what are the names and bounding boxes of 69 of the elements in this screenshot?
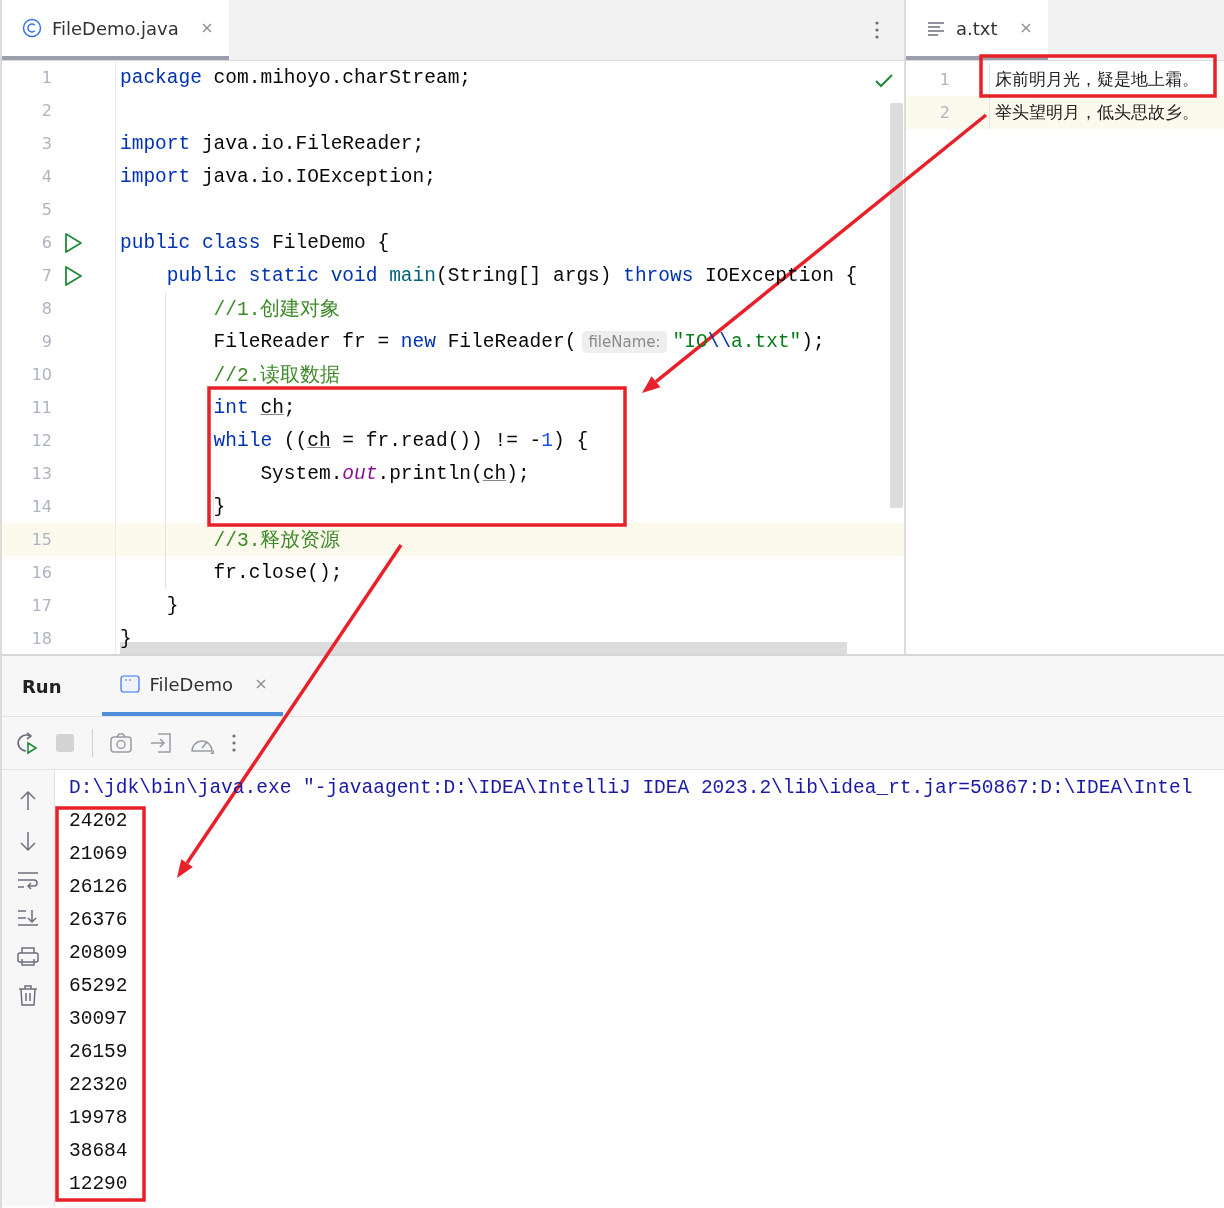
trash-icon[interactable]: [18, 984, 38, 1006]
code-line: fr.close();: [212, 561, 343, 584]
scroll-to-end-icon[interactable]: [17, 908, 39, 928]
console-output: 21069: [69, 842, 129, 867]
soft-wrap-icon[interactable]: [17, 870, 39, 890]
console-output: 26376: [69, 908, 129, 933]
more-icon[interactable]: [231, 733, 237, 753]
line-number: 18: [30, 629, 52, 648]
print-icon[interactable]: [17, 946, 39, 966]
console-output: 65292: [69, 974, 129, 999]
line-number: 8: [40, 299, 52, 318]
panel-title: Run: [21, 674, 63, 699]
close-icon[interactable]: [200, 22, 213, 34]
console-output: 19978: [69, 1106, 129, 1131]
line-number: 14: [30, 497, 52, 516]
line-number: 15: [30, 530, 52, 549]
line-number: 7: [40, 266, 52, 285]
code-line: System.out.println(ch);: [259, 462, 530, 485]
code-line: int ch;: [212, 396, 296, 419]
line-number: 3: [40, 134, 52, 153]
console-output: 12290: [69, 1172, 129, 1197]
code-line: import java.io.FileReader;: [120, 132, 425, 155]
line-number: 6: [40, 233, 52, 252]
code-line: }: [212, 495, 226, 518]
code-comment: //2.读取数据: [212, 365, 341, 387]
console-output: 30097: [69, 1007, 129, 1032]
line-number: 16: [30, 563, 52, 582]
file-tab[interactable]: FileDemo.java: [2, 0, 229, 60]
console-output: 38684: [69, 1139, 129, 1164]
console-output: 20809: [69, 941, 129, 966]
console-output: 26126: [69, 875, 129, 900]
code-line: }: [120, 627, 132, 650]
class-icon: [22, 18, 42, 38]
line-number: 2: [938, 103, 950, 122]
code-comment: //1.创建对象: [212, 299, 341, 321]
code-comment: //3.释放资源: [212, 530, 341, 552]
run-icon[interactable]: [63, 264, 83, 287]
close-icon[interactable]: [255, 678, 268, 690]
down-arrow-icon[interactable]: [18, 830, 38, 852]
line-number: 5: [40, 200, 52, 219]
rerun-icon[interactable]: [14, 731, 38, 755]
console-output: 24202: [69, 809, 129, 834]
code-line: }: [165, 594, 179, 617]
code-line: while ((ch = fr.read()) != -1) {: [212, 429, 589, 452]
line-number: 12: [30, 431, 52, 450]
line-number: 4: [40, 167, 52, 186]
console-output: 26159: [69, 1040, 129, 1065]
line-number: 17: [30, 596, 52, 615]
camera-icon[interactable]: [109, 732, 133, 754]
line-number: 1: [40, 68, 52, 87]
console-output: 22320: [69, 1073, 129, 1098]
code-line: public class FileDemo {: [120, 231, 390, 254]
line-number: 2: [40, 101, 52, 120]
run-icon[interactable]: [63, 231, 83, 254]
code-line: package com.mihoyo.charStream;: [120, 66, 472, 89]
console-icon: [119, 675, 140, 693]
more-icon[interactable]: [874, 20, 880, 40]
code-line: import java.io.IOException;: [120, 165, 436, 188]
text-line: 举头望明月，低头思故乡。: [995, 101, 1199, 124]
line-number: 9: [40, 332, 52, 351]
line-number: 11: [30, 398, 52, 417]
up-arrow-icon[interactable]: [18, 790, 38, 812]
line-number: 13: [30, 464, 52, 483]
line-number: 1: [938, 70, 950, 89]
text-line: 床前明月光，疑是地上霜。: [995, 68, 1199, 91]
close-icon[interactable]: [1019, 22, 1032, 34]
file-tab[interactable]: a.txt: [906, 0, 1048, 60]
code-line: FileReader fr = new FileReader( fileName: "IO\\a.txt");: [212, 330, 825, 353]
line-number: 10: [30, 365, 52, 384]
